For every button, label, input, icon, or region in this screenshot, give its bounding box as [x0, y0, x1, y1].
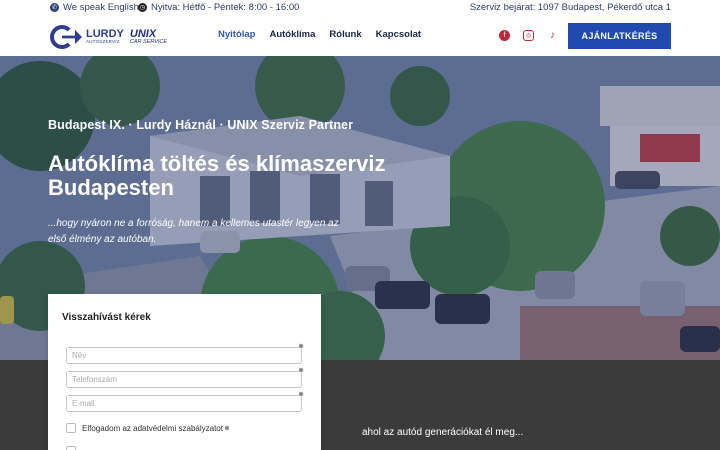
phone-field-placeholder: Telefonszám	[72, 375, 117, 384]
logo-brand-sub: AUTÓSZERVIZ	[86, 39, 120, 45]
logo-mark-icon	[50, 25, 84, 49]
name-field[interactable]: Név	[66, 347, 302, 364]
hero-subtitle: Budapest IX. · Lurdy Háznál · UNIX Szerv…	[48, 118, 354, 132]
instagram-icon[interactable]: ◎	[523, 30, 534, 41]
partner-logo-sub: CAR SERVICE	[129, 38, 168, 45]
nav-item-rolunk[interactable]: Rólunk	[329, 29, 361, 40]
social-links: f ◎ ♪	[499, 30, 558, 41]
service-address: Szerviz bejárat: 1097 Budapest, Pékerdő …	[470, 2, 671, 13]
email-field[interactable]: E-mail	[66, 395, 302, 412]
quote-request-button[interactable]: AJÁNLATKÉRÉS	[568, 23, 671, 49]
nav-item-nyitolap[interactable]: Nyitólap	[218, 29, 255, 40]
site-header: LURDY AUTÓSZERVIZ UNIX CAR SERVICE Nyitó…	[0, 16, 720, 56]
name-field-placeholder: Név	[72, 351, 87, 360]
callback-form: Visszahívást kérek Név Telefonszám E-mai…	[48, 294, 321, 450]
opening-hours-label: Nyitva: Hétfő - Péntek: 8:00 - 16:00	[151, 2, 300, 13]
logo-brand: LURDY AUTÓSZERVIZ	[86, 29, 124, 45]
email-field-placeholder: E-mail	[72, 399, 95, 408]
required-icon	[224, 425, 230, 431]
required-icon	[298, 391, 304, 397]
top-info-bar: ✆ We speak English ◷ Nyitva: Hétfő - Pén…	[0, 0, 720, 16]
required-icon	[298, 343, 304, 349]
band-tagline: ahol az autód generációkat él meg...	[362, 427, 524, 438]
nav-item-autoklima[interactable]: Autóklíma	[269, 29, 315, 40]
required-icon	[298, 367, 304, 373]
clock-icon: ◷	[138, 3, 147, 12]
privacy-checkbox[interactable]	[66, 423, 76, 433]
nav-item-kapcsolat[interactable]: Kapcsolat	[376, 29, 421, 40]
partner-logo: UNIX CAR SERVICE	[129, 28, 168, 46]
hero-title: Autóklíma töltés és klímaszerviz Budapes…	[48, 151, 386, 201]
main-nav: Nyitólap Autóklíma Rólunk Kapcsolat	[218, 29, 421, 40]
consent-checkbox[interactable]	[66, 446, 76, 450]
site-logo[interactable]: LURDY AUTÓSZERVIZ UNIX CAR SERVICE	[50, 23, 178, 51]
facebook-icon[interactable]: f	[499, 30, 510, 41]
language-link[interactable]: ✆ We speak English	[50, 2, 139, 13]
privacy-checkbox-label: Elfogadom az adatvédelmi szabályzatot	[82, 424, 223, 433]
language-label: We speak English	[63, 2, 139, 13]
callback-form-title: Visszahívást kérek	[62, 312, 151, 323]
service-address-label: Szerviz bejárat: 1097 Budapest, Pékerdő …	[469, 2, 671, 13]
opening-hours: ◷ Nyitva: Hétfő - Péntek: 8:00 - 16:00	[138, 2, 299, 13]
tiktok-icon[interactable]: ♪	[547, 30, 558, 41]
hero-text: ...hogy nyáron ne a forróság, hanem a ke…	[48, 218, 339, 245]
phone-field[interactable]: Telefonszám	[66, 371, 302, 388]
phone-icon: ✆	[50, 3, 59, 12]
